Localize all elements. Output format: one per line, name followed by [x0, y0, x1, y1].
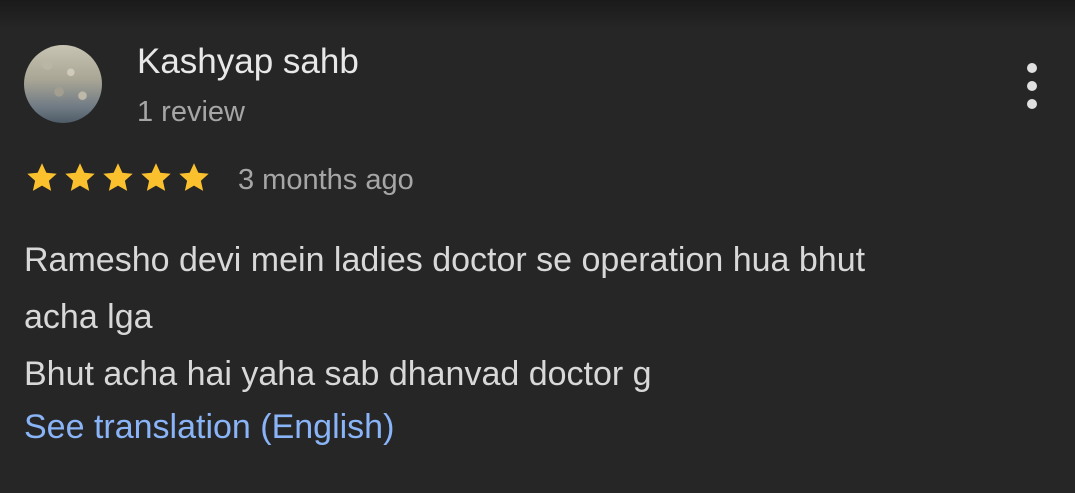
more-options-button[interactable]: [1012, 58, 1052, 114]
more-vert-icon-dot: [1027, 99, 1037, 109]
star-icon: [100, 160, 136, 196]
author-name[interactable]: Kashyap sahb: [137, 41, 359, 83]
see-translation-link[interactable]: See translation (English): [24, 400, 394, 454]
star-rating: [24, 160, 212, 198]
star-icon: [138, 160, 174, 196]
review-count[interactable]: 1 review: [137, 94, 245, 130]
more-vert-icon-dot: [1027, 81, 1037, 91]
review-text-line: Ramesho devi mein ladies doctor se opera…: [24, 241, 866, 279]
star-icon: [62, 160, 98, 196]
review-timestamp: 3 months ago: [238, 164, 414, 196]
review-card: Kashyap sahb 1 review 3 months ago Rames…: [0, 0, 1075, 493]
review-text: Ramesho devi mein ladies doctor se opera…: [24, 232, 1034, 403]
star-icon: [24, 160, 60, 196]
review-text-line: Bhut acha hai yaha sab dhanvad doctor g: [24, 355, 652, 393]
more-vert-icon: [1027, 63, 1037, 73]
review-text-line: acha lga: [24, 298, 153, 336]
avatar[interactable]: [24, 45, 102, 123]
star-icon: [176, 160, 212, 196]
